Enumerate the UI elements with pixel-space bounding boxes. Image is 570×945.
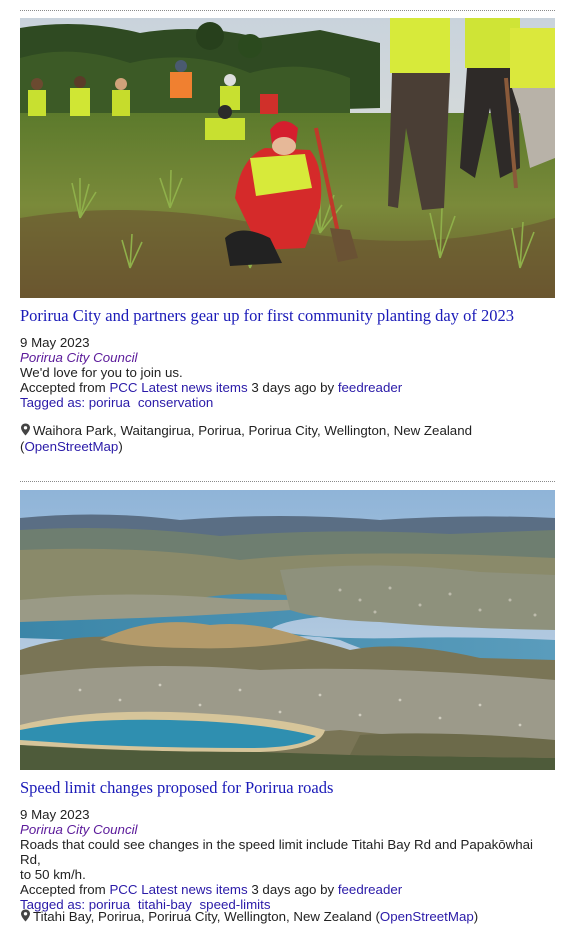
item-tags: Tagged as: porirua conservation xyxy=(20,395,555,410)
item-accepted-line: Accepted from PCC Latest news items 3 da… xyxy=(20,380,555,395)
item-title-link[interactable]: Speed limit changes proposed for Porirua… xyxy=(20,778,555,798)
item-accepted-line: Accepted from PCC Latest news items 3 da… xyxy=(20,882,555,897)
item-source: Porirua City Council xyxy=(20,822,138,837)
feed-link[interactable]: PCC Latest news items xyxy=(109,882,247,897)
location-text: Titahi Bay, Porirua, Porirua City, Welli… xyxy=(33,909,372,924)
summary-line: to 50 km/h. xyxy=(20,867,86,882)
item-location: Waihora Park, Waitangirua, Porirua, Pori… xyxy=(20,423,560,455)
item-source: Porirua City Council xyxy=(20,350,138,365)
item-summary: We'd love for you to join us. xyxy=(20,365,183,380)
map-pin-icon xyxy=(21,423,30,436)
news-feed: Porirua City and partners gear up for fi… xyxy=(0,0,570,945)
map-pin-icon xyxy=(21,909,30,922)
accepted-prefix: Accepted from xyxy=(20,882,106,897)
item-title-link[interactable]: Porirua City and partners gear up for fi… xyxy=(20,306,555,326)
accepted-prefix: Accepted from xyxy=(20,380,106,395)
item-summary: Roads that could see changes in the spee… xyxy=(20,837,555,882)
planting-day-photo[interactable] xyxy=(20,18,555,298)
openstreetmap-link[interactable]: OpenStreetMap xyxy=(24,439,118,454)
openstreetmap-link[interactable]: OpenStreetMap xyxy=(380,909,474,924)
item-meta: 9 May 2023 Porirua City Council We'd lov… xyxy=(20,335,555,410)
item-meta: 9 May 2023 Porirua City Council Roads th… xyxy=(20,807,555,912)
summary-line: Roads that could see changes in the spee… xyxy=(20,837,533,867)
tag-link[interactable]: conservation xyxy=(138,395,213,410)
tag-link[interactable]: porirua xyxy=(89,395,130,410)
location-text: Waihora Park, Waitangirua, Porirua, Pori… xyxy=(33,423,472,438)
osm-paren-close: ) xyxy=(473,909,479,924)
item-divider xyxy=(20,481,555,482)
osm-paren-close: ) xyxy=(118,439,123,454)
item-date: 9 May 2023 xyxy=(20,335,90,350)
feed-link[interactable]: PCC Latest news items xyxy=(109,380,247,395)
tagged-label: Tagged as: xyxy=(20,395,86,410)
titahi-bay-aerial-photo[interactable] xyxy=(20,490,555,770)
accepted-mid: 3 days ago by xyxy=(251,882,335,897)
user-link[interactable]: feedreader xyxy=(338,882,402,897)
user-link[interactable]: feedreader xyxy=(338,380,402,395)
item-divider xyxy=(20,10,555,11)
item-location: Titahi Bay, Porirua, Porirua City, Welli… xyxy=(20,909,560,925)
accepted-mid: 3 days ago by xyxy=(251,380,335,395)
item-date: 9 May 2023 xyxy=(20,807,90,822)
